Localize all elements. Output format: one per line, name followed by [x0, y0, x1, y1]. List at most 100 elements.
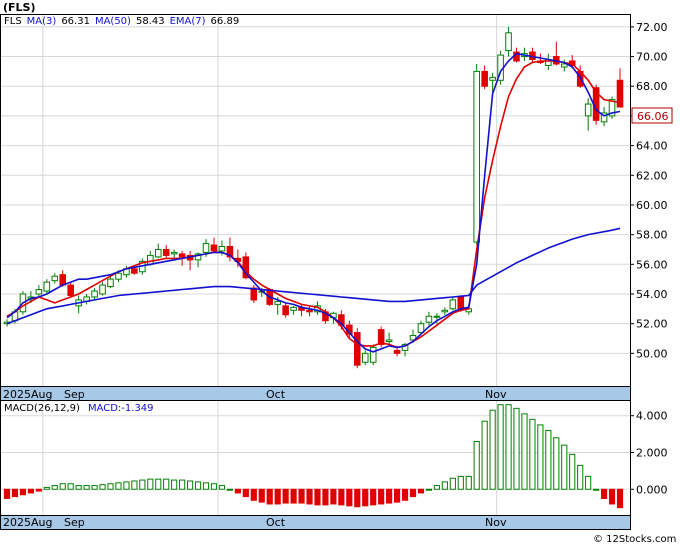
macd-bar — [553, 437, 560, 490]
macd-bar — [43, 486, 50, 490]
candle-body — [250, 287, 258, 301]
macd-bar — [569, 453, 576, 490]
candle-body — [170, 251, 178, 255]
macd-tick-label: 0.000 — [636, 483, 668, 496]
macd-bar — [35, 488, 42, 492]
candle-body — [218, 246, 226, 252]
macd-bar — [330, 488, 337, 505]
macd-legend: MACD(26,12,9) MACD:-1.349 — [4, 403, 154, 414]
candle-body — [178, 253, 186, 258]
macd-bar — [91, 485, 98, 490]
macd-bar — [489, 409, 496, 490]
last-price-label: 66.06 — [637, 110, 669, 123]
macd-bar — [99, 484, 106, 490]
candle-body — [99, 284, 106, 295]
macd-value: MACD:-1.349 — [88, 403, 154, 414]
macd-bar — [258, 488, 265, 503]
candle-body — [449, 299, 457, 310]
macd-bar — [537, 424, 544, 490]
macd-bar — [266, 488, 273, 505]
macd-bar — [425, 488, 433, 491]
macd-bar — [449, 477, 456, 490]
macd-bar — [179, 479, 186, 490]
macd-bar — [67, 483, 74, 490]
macd-bar — [362, 488, 369, 507]
macd-bar — [394, 488, 401, 503]
candle-body — [91, 290, 98, 298]
price-tick-label: 56.00 — [636, 258, 668, 271]
macd-bar — [433, 485, 440, 490]
macd-bar — [338, 488, 345, 506]
macd-bar — [608, 488, 616, 505]
macd-bar — [171, 479, 178, 490]
macd-bar — [306, 488, 313, 505]
macd-bar — [194, 481, 202, 490]
legend-ema7-label: EMA(7) — [170, 16, 206, 27]
macd-bar — [409, 488, 417, 498]
candle-body — [162, 248, 170, 256]
date-label-aug: 2025Aug — [3, 388, 52, 401]
price-tick-label: 52.00 — [636, 318, 668, 331]
macd-bar — [242, 488, 249, 498]
candle-body — [473, 70, 480, 243]
credit: © 12Stocks.com — [593, 534, 676, 545]
price-tick-label: 54.00 — [636, 288, 668, 301]
date-label-oct: Oct — [266, 388, 286, 401]
candle-body — [107, 278, 114, 288]
macd-bar — [290, 488, 297, 504]
macd-bar — [163, 478, 170, 490]
macd-bar — [577, 464, 584, 490]
macd-bar — [585, 475, 592, 490]
macd-bar — [147, 478, 154, 490]
macd-bar — [561, 444, 568, 490]
legend: FLS MA(3) 66.31 MA(50) 58.43 EMA(7) 66.89 — [4, 16, 239, 27]
macd-date-label-sep: Sep — [64, 516, 85, 529]
macd-bar — [123, 481, 130, 490]
candle-body — [505, 32, 512, 52]
macd-bar — [370, 488, 377, 506]
macd-bar — [401, 488, 409, 501]
legend-ma3-label: MA(3) — [27, 16, 57, 27]
macd-bar — [521, 413, 528, 490]
macd-bar — [417, 488, 425, 494]
macd-bar — [83, 485, 90, 490]
macd-bar — [298, 488, 305, 504]
candle-body — [43, 281, 51, 292]
candle-body — [306, 309, 313, 313]
macd-bar — [155, 478, 162, 490]
candle-body — [115, 272, 122, 280]
candle-body — [369, 346, 377, 363]
macd-bar — [115, 482, 122, 490]
macd-bar — [226, 488, 233, 491]
candle-body — [385, 339, 393, 342]
macd-bar — [386, 488, 393, 504]
chart-symbol: (FLS) — [3, 1, 36, 14]
candle-body — [584, 103, 592, 117]
price-panel — [0, 14, 631, 387]
legend-ma3-value: 66.31 — [61, 16, 90, 27]
macd-bar — [481, 420, 488, 490]
macd-bar — [11, 488, 19, 498]
candle-body — [274, 300, 281, 305]
macd-date-label-nov: Nov — [485, 516, 507, 529]
date-label-sep: Sep — [64, 388, 85, 401]
price-tick-label: 60.00 — [636, 199, 668, 212]
macd-bar — [131, 480, 138, 490]
stock-chart: 50.00 52.00 54.00 56.00 58.00 60.00 62.00 64.00… — [0, 1, 676, 545]
candle-body — [282, 305, 289, 316]
candle-body — [441, 309, 449, 313]
macd-bar — [59, 483, 66, 490]
macd-bar — [545, 429, 552, 490]
candle-body — [425, 315, 433, 323]
macd-bar — [139, 479, 146, 490]
price-tick-label: 62.00 — [636, 169, 668, 182]
macd-bar — [234, 488, 241, 494]
macd-tick-label: 4.000 — [636, 410, 668, 423]
macd-date-label-oct: Oct — [266, 516, 286, 529]
candle-body — [353, 332, 361, 366]
price-tick-label: 68.00 — [636, 80, 668, 93]
price-tick-label: 50.00 — [636, 347, 668, 360]
candle-body — [210, 244, 218, 252]
price-tick-label: 64.00 — [636, 140, 668, 153]
macd-bar — [314, 488, 321, 506]
